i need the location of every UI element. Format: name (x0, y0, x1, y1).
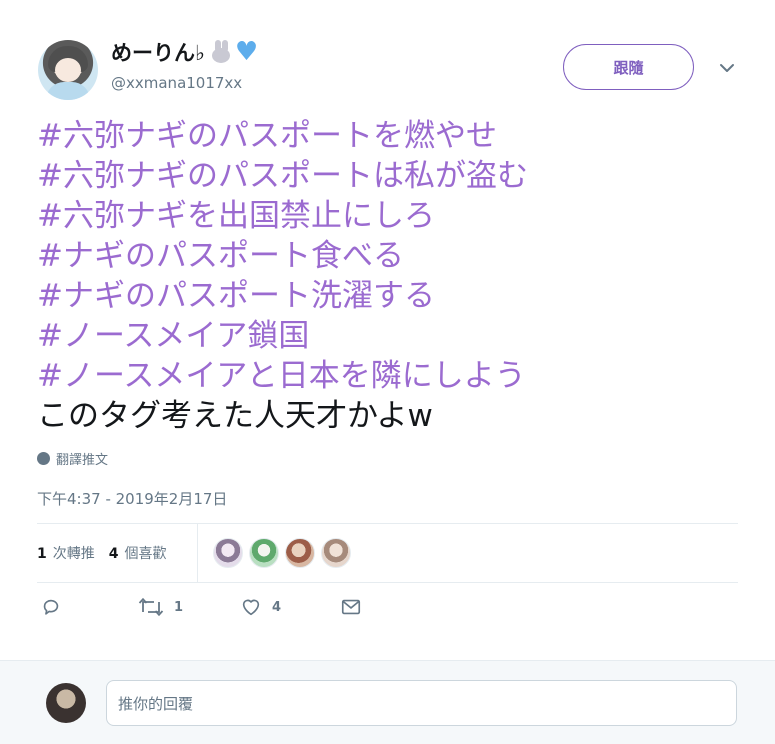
liker-avatar[interactable] (285, 538, 315, 568)
globe-icon (37, 452, 50, 465)
stats-separator (197, 524, 198, 582)
translate-label[interactable]: 翻譯推文 (56, 449, 108, 468)
retweet-button[interactable]: 1 (138, 596, 183, 618)
reply-icon (43, 599, 59, 615)
tweet-card: めーりん♭ ♥ @xxmana1017xx 跟隨 #六弥ナギのパスポートを燃やせ… (0, 0, 775, 660)
hashtag-link[interactable]: #六弥ナギのパスポートは私が盗む (37, 156, 757, 196)
like-button[interactable]: 4 (240, 596, 281, 618)
retweets-count: 1 (37, 546, 47, 562)
tweet-text: #六弥ナギのパスポートを燃やせ #六弥ナギのパスポートは私が盗む #六弥ナギを出… (37, 116, 757, 436)
chevron-down-icon[interactable] (716, 60, 738, 76)
author-avatar[interactable] (38, 40, 98, 100)
current-user-avatar[interactable] (46, 683, 86, 723)
hashtag-link[interactable]: #六弥ナギのパスポートを燃やせ (37, 116, 757, 156)
blue-heart-icon: ♥ (234, 37, 259, 67)
tweet-text-line: このタグ考えた人天才かよw (37, 398, 433, 434)
reply-input[interactable]: 推你的回覆 (106, 680, 737, 726)
likes-count: 4 (108, 546, 119, 562)
envelope-icon (341, 599, 361, 615)
hashtag-link[interactable]: #ナギのパスポート洗濯する (37, 276, 757, 316)
hashtag-link[interactable]: #六弥ナギを出国禁止にしろ (37, 196, 757, 236)
heart-icon (242, 599, 260, 616)
follow-button[interactable]: 跟隨 (563, 44, 694, 90)
hashtag-link[interactable]: #ナギのパスポート食べる (37, 236, 757, 276)
like-count: 4 (272, 599, 282, 615)
liker-avatar[interactable] (321, 538, 351, 568)
retweet-icon (138, 597, 164, 617)
liker-avatar[interactable] (249, 538, 279, 568)
liker-avatars (213, 538, 351, 568)
likes-stat[interactable]: 4 個喜歡 (109, 543, 167, 563)
display-name-text[interactable]: めーりん♭ (111, 37, 205, 67)
hashtag-link[interactable]: #ノースメイア鎖国 (37, 316, 757, 356)
retweets-stat[interactable]: 1 次轉推 (37, 543, 95, 563)
translate-tweet-link[interactable]: 翻譯推文 (37, 449, 108, 468)
divider (37, 582, 738, 583)
retweets-label: 次轉推 (52, 546, 95, 562)
author-handle[interactable]: @xxmana1017xx (111, 74, 242, 92)
tweet-timestamp[interactable]: 下午4:37 - 2019年2月17日 (37, 488, 227, 509)
likes-label: 個喜歡 (124, 546, 167, 562)
tweet-stats: 1 次轉推 4 個喜歡 (37, 524, 738, 582)
tweet-actions: 1 4 (37, 596, 437, 626)
liker-avatar[interactable] (213, 538, 243, 568)
rabbit-face-icon (209, 40, 233, 64)
reply-composer: 推你的回覆 (0, 660, 775, 744)
hashtag-link[interactable]: #ノースメイアと日本を隣にしよう (37, 356, 757, 396)
reply-button[interactable] (40, 596, 62, 618)
retweet-count: 1 (174, 599, 184, 615)
reply-placeholder: 推你的回覆 (118, 694, 194, 713)
author-display-name[interactable]: めーりん♭ ♥ (111, 37, 258, 67)
direct-message-button[interactable] (340, 596, 362, 618)
